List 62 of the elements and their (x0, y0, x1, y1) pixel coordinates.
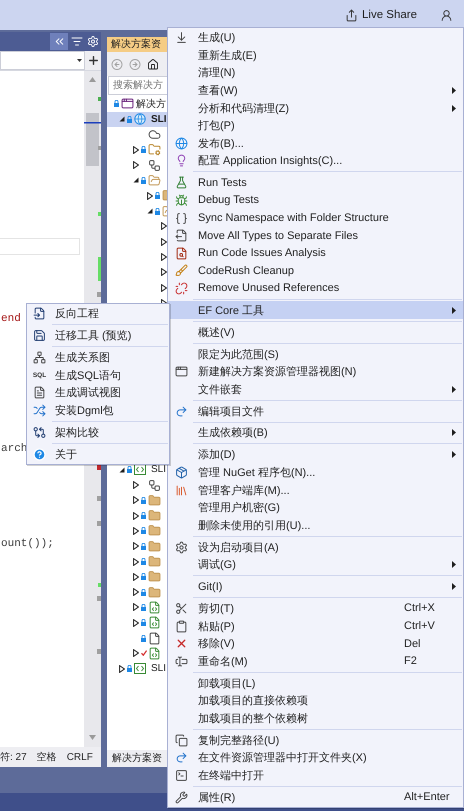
tree-item-label: SLI (151, 114, 167, 125)
code-line: end (0, 313, 21, 327)
code-line: ount()); (0, 538, 54, 552)
menu-item-label: 分析和代码清理(Z) (197, 102, 290, 116)
menu-item-label: CodeRush Cleanup (197, 264, 296, 277)
menu-item-label: Run Code Issues Analysis (197, 247, 327, 260)
status-text: 空格 (36, 750, 57, 764)
menu-item-label: 设为启动项目(A) (197, 540, 280, 555)
menu-item-label: Remove Unused References (197, 282, 340, 294)
shortcut-label: Del (404, 638, 422, 650)
menu-item-label: 清理(N) (197, 66, 236, 80)
menu-item-label: 管理客户端库(M)... (197, 484, 291, 498)
menu-item-label: 加载项目的整个依赖树 (197, 712, 309, 726)
menu-item-label: 生成依赖项(B) (197, 426, 269, 440)
menu-item-label: 添加(D) (197, 448, 236, 462)
tree-item-label: 解决方 (136, 98, 166, 111)
menu-item-label: 查看(W) (197, 84, 239, 98)
menu-item-label: Run Tests (197, 176, 248, 189)
menu-item-label: 在终端中打开 (197, 768, 265, 783)
menu-item-label: 生成SQL语句 (54, 368, 122, 383)
tree-item-label: SLI (151, 663, 166, 674)
menu-item-label: Move All Types to Separate Files (197, 230, 359, 242)
menu-item-label: 管理用户机密(G) (197, 500, 281, 516)
menu-item-label: 反向工程 (54, 307, 100, 322)
menu-item-label: 调试(G) (197, 558, 237, 572)
menu-item-label: EF Core 工具 (197, 304, 266, 318)
menu-item-label: 剪切(T) (197, 602, 236, 616)
code-line: arch (0, 443, 28, 457)
menu-item-label: 生成调试视图 (54, 386, 122, 400)
menu-item-label: Sync Namespace with Folder Structure (197, 212, 390, 224)
menu-item-label: 加载项目的直接依赖项 (197, 694, 309, 708)
shortcut-label: F2 (404, 655, 418, 668)
menu-item-label: 打包(P) (197, 119, 236, 134)
menu-item-label: 迁移工具 (预览) (54, 328, 132, 344)
menu-item-label: 生成关系图 (54, 350, 111, 366)
menu-item-label: 文件嵌套 (197, 382, 243, 397)
menu-item-label: 粘贴(P) (197, 620, 236, 634)
menu-item-label: 编辑项目文件 (197, 404, 265, 419)
menu-item-label: 发布(B)... (197, 136, 245, 151)
menu-item-label: 限定为此范围(S) (197, 348, 280, 362)
menu-item-label: 移除(V) (197, 637, 236, 652)
menu-item-label: Git(I) (197, 580, 224, 593)
menu-item-label: 在文件资源管理器中打开文件夹(X) (197, 750, 368, 766)
menu-item-label: 重命名(M) (197, 654, 248, 669)
menu-item-label: 管理 NuGet 程序包(N)... (197, 466, 316, 480)
menu-item-label: 属性(R) (197, 790, 236, 805)
status-text: 符: 27 (0, 751, 27, 764)
menu-item-label: 新建解决方案资源管理器视图(N) (197, 364, 358, 380)
shortcut-label: Ctrl+V (404, 620, 436, 632)
menu-item-label: 复制完整路径(U) (197, 734, 280, 748)
menu-item-label: 架构比较 (54, 426, 100, 440)
status-text: CRLF (66, 752, 93, 762)
menu-item-label: 删除未使用的引用(U)... (197, 518, 312, 533)
menu-item-label: 关于 (54, 448, 78, 462)
menu-item-label: 安装Dgml包 (54, 404, 115, 418)
menu-item-label: 概述(V) (197, 326, 236, 340)
menu-item-label: 配置 Application Insights(C)... (197, 154, 344, 168)
menu-item-label: Debug Tests (197, 194, 260, 206)
tree-item-label: SLI (151, 464, 166, 476)
shortcut-label: Ctrl+X (404, 602, 436, 614)
shortcut-label: Alt+Enter (404, 791, 451, 804)
menu-item-label: 卸载项目(L) (197, 676, 256, 691)
